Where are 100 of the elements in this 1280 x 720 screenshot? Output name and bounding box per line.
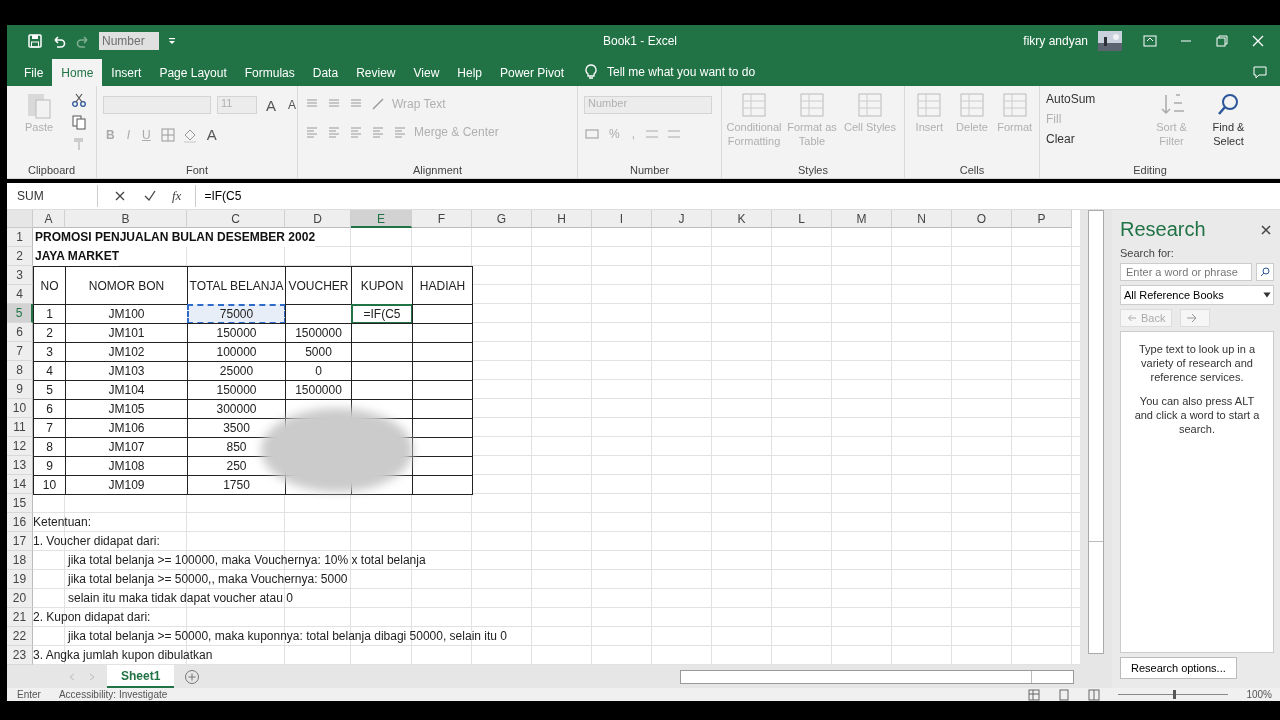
table-cell[interactable]: 8 [33,437,66,457]
column-header[interactable]: G [472,210,532,228]
ribbon-tab[interactable]: Power Pivot [491,59,573,86]
zoom-slider-thumb[interactable] [1173,690,1177,699]
table-cell[interactable] [412,456,473,476]
column-header[interactable]: L [772,210,832,228]
sheet-tab[interactable]: Sheet1 [107,665,175,688]
table-cell[interactable]: JM106 [65,418,188,438]
ribbon-tab[interactable]: Data [303,59,348,86]
row-header[interactable]: 19 [7,570,33,589]
column-header[interactable]: D [285,210,351,228]
column-header[interactable]: E [351,210,412,228]
ribbon-display-icon[interactable] [1142,33,1158,49]
zoom-level[interactable]: 100% [1246,689,1272,700]
column-header[interactable]: K [712,210,772,228]
grow-font-button[interactable]: A [263,96,279,114]
table-cell[interactable] [412,342,473,362]
table-cell[interactable]: JM108 [65,456,188,476]
add-sheet-icon[interactable] [184,668,201,685]
column-header[interactable]: O [952,210,1012,228]
row-header[interactable]: 23 [7,646,33,665]
table-cell[interactable]: 3 [33,342,66,362]
row-header[interactable]: 22 [7,627,33,646]
column-header[interactable]: I [592,210,652,228]
column-header[interactable]: B [65,210,187,228]
formula-field[interactable]: =IF(C5 [195,185,1280,207]
shrink-font-button[interactable]: A [285,98,300,112]
table-cell[interactable] [351,361,413,381]
row-header[interactable]: 21 [7,608,33,627]
table-cell[interactable] [412,361,473,381]
redo-icon[interactable] [75,33,91,49]
row-header[interactable]: 7 [7,342,33,361]
ribbon-tab[interactable]: Home [52,59,103,86]
scissors-icon[interactable] [71,92,87,108]
close-icon[interactable] [1250,33,1266,49]
search-field[interactable]: Enter a word or phrase [1120,263,1252,281]
row-header[interactable]: 11 [7,418,33,437]
table-cell[interactable]: 0 [285,361,352,381]
customize-icon[interactable] [166,36,177,46]
table-cell[interactable] [351,323,413,343]
column-header[interactable]: P [1012,210,1072,228]
column-header[interactable]: F [412,210,472,228]
table-cell[interactable] [412,418,473,438]
row-header[interactable]: 9 [7,380,33,399]
table-cell[interactable] [412,437,473,457]
table-cell[interactable]: JM104 [65,380,188,400]
table-cell[interactable]: 10 [33,475,66,495]
row-header[interactable]: 18 [7,551,33,570]
column-header[interactable]: M [832,210,892,228]
table-cell[interactable]: JM103 [65,361,188,381]
table-cell[interactable]: JM107 [65,437,188,457]
comment-icon[interactable] [1252,64,1268,80]
table-cell[interactable] [351,380,413,400]
reference-dropdown[interactable]: All Reference Books [1120,285,1274,305]
table-cell[interactable] [412,380,473,400]
font-color-button[interactable]: A [203,126,220,143]
table-cell[interactable] [351,342,413,362]
table-cell[interactable]: 300000 [187,399,286,419]
table-cell[interactable]: 75000 [187,304,286,324]
font-name-field[interactable] [103,96,211,114]
name-box[interactable]: SUM [7,185,98,207]
page-layout-icon[interactable] [1058,688,1071,701]
table-cell[interactable] [412,323,473,343]
insert-function-button[interactable]: fx [172,188,182,204]
tell-me-search[interactable]: Tell me what you want to do [607,65,756,79]
table-cell[interactable]: =IF(C5 [351,304,413,324]
table-cell[interactable]: 5000 [285,342,352,362]
column-header[interactable]: N [892,210,952,228]
table-cell[interactable]: 7 [33,418,66,438]
row-header[interactable]: 14 [7,475,33,494]
ribbon-tab[interactable]: Review [347,59,405,86]
column-header[interactable]: A [33,210,65,228]
table-cell[interactable] [412,399,473,419]
table-cell[interactable]: 5 [33,380,66,400]
search-icon[interactable] [1256,263,1274,281]
row-header[interactable]: 10 [7,399,33,418]
number-format-dropdown[interactable]: Number [99,32,159,50]
ribbon-tab[interactable]: Help [448,59,491,86]
row-header[interactable]: 8 [7,361,33,380]
table-cell[interactable]: 2 [33,323,66,343]
row-header[interactable]: 6 [7,323,33,342]
table-cell[interactable]: 25000 [187,361,286,381]
column-header[interactable]: H [532,210,592,228]
ribbon-tab[interactable]: Insert [102,59,151,86]
table-cell[interactable]: 150000 [187,323,286,343]
row-header[interactable]: 1 [7,228,33,247]
normal-view-icon[interactable] [1028,688,1041,701]
table-cell[interactable]: 100000 [187,342,286,362]
row-header[interactable]: 12 [7,437,33,456]
table-cell[interactable] [412,304,473,324]
row-header[interactable]: 13 [7,456,33,475]
copy-icon[interactable] [71,114,87,130]
save-icon[interactable] [27,33,43,49]
table-cell[interactable]: 1500000 [285,380,352,400]
table-cell[interactable]: JM100 [65,304,188,324]
undo-icon[interactable] [51,33,67,49]
restore-icon[interactable] [1214,33,1230,49]
table-cell[interactable]: JM109 [65,475,188,495]
column-header[interactable]: C [187,210,285,228]
row-header[interactable]: 15 [7,494,33,513]
